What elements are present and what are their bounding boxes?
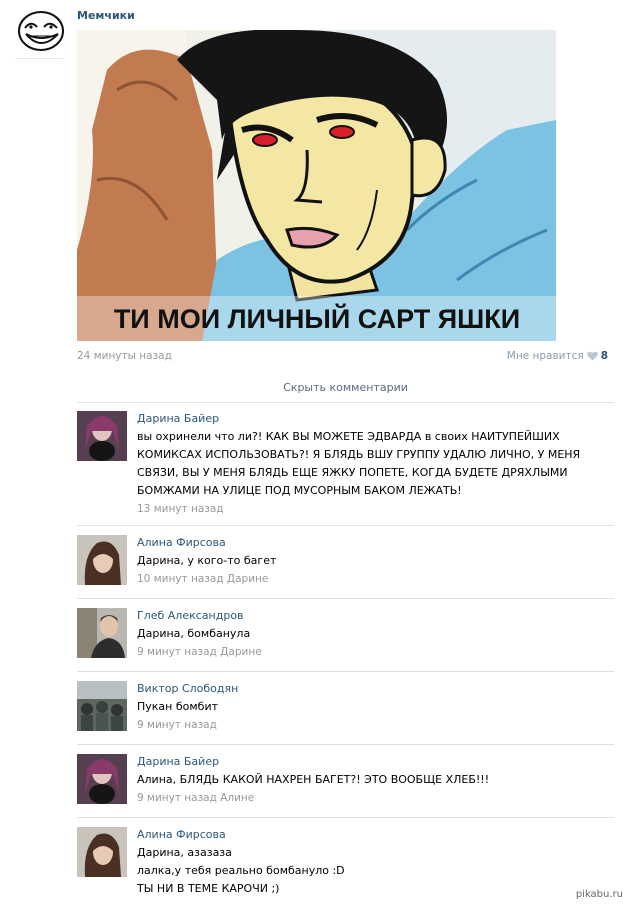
comment-text: Дарина, у кого-то багет (137, 554, 277, 567)
commenter-avatar[interactable] (77, 411, 127, 461)
comment-text: Дарина, бомбанула (137, 627, 251, 640)
avatar-divider (15, 58, 63, 59)
comment-meta[interactable]: 9 минут назад (137, 718, 607, 732)
comment-text: Алина, БЛЯДЬ КАКОЙ НАХРЕН БАГЕТ?! ЭТО ВО… (137, 773, 490, 786)
post-image[interactable]: ТИ МОИ ЛИЧНЫЙ САРТ ЯШКИ (77, 30, 556, 341)
comment-author[interactable]: Дарина Байер (137, 754, 607, 769)
comment-text: вы охринели что ли?! КАК ВЫ МОЖЕТЕ ЭДВАР… (137, 430, 581, 497)
like-count: 8 (600, 350, 608, 362)
group-name-link[interactable]: Мемчики (77, 9, 135, 22)
like-button[interactable]: Мне нравится 8 (507, 350, 608, 362)
comment-author[interactable]: Глеб Александров (137, 608, 607, 623)
comment-author[interactable]: Дарина Байер (137, 411, 607, 426)
comment-divider (77, 744, 614, 745)
image-caption: ТИ МОИ ЛИЧНЫЙ САРТ ЯШКИ (114, 303, 520, 334)
post-timestamp[interactable]: 24 минуты назад (77, 350, 172, 362)
hide-comments-link[interactable]: Скрыть комментарии (77, 381, 614, 394)
comment-author[interactable]: Алина Фирсова (137, 827, 607, 842)
commenter-avatar[interactable] (77, 681, 127, 731)
watermark: pikabu.ru (575, 889, 623, 900)
commenter-avatar[interactable] (77, 608, 127, 658)
group-avatar[interactable] (15, 6, 67, 58)
comment-divider (77, 525, 614, 526)
comment-text: Пукан бомбит (137, 700, 219, 713)
comment-meta[interactable]: 9 минут назад Алине (137, 791, 607, 805)
comments-divider (77, 402, 614, 403)
comment-meta[interactable]: 9 минут назад Дарине (137, 645, 607, 659)
heart-icon (586, 351, 598, 361)
comment-meta[interactable]: 10 минут назад Дарине (137, 572, 607, 586)
comment-text: Дарина, азазаза лалка,у тебя реально бом… (137, 846, 345, 895)
comment-author[interactable]: Виктор Слободян (137, 681, 607, 696)
comment-meta[interactable]: 13 минут назад (137, 502, 607, 516)
like-label: Мне нравится (506, 350, 584, 362)
comment-divider (77, 671, 614, 672)
commenter-avatar[interactable] (77, 827, 127, 877)
comment-author[interactable]: Алина Фирсова (137, 535, 607, 550)
comment-divider (77, 817, 614, 818)
comment-divider (77, 598, 614, 599)
commenter-avatar[interactable] (77, 754, 127, 804)
commenter-avatar[interactable] (77, 535, 127, 585)
